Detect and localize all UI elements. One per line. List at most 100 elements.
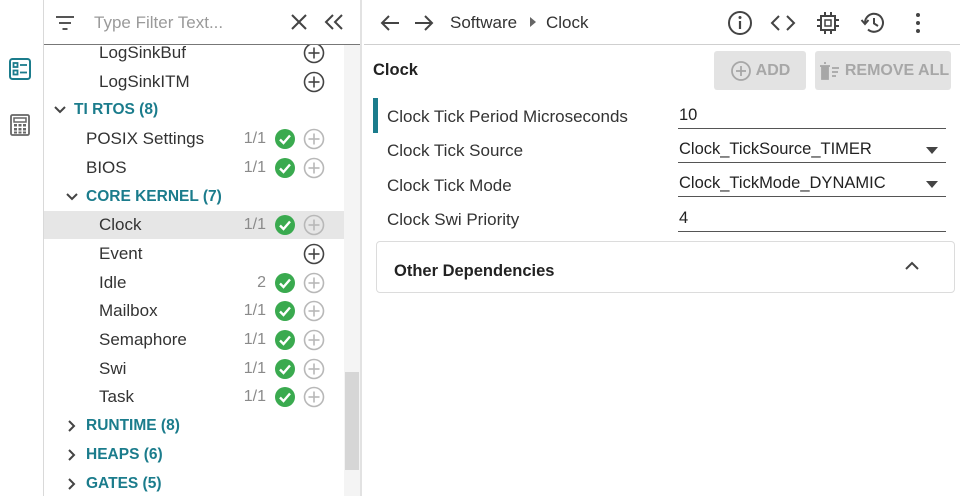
top-toolbar: Software Clock	[364, 0, 960, 45]
add-button-label: ADD	[755, 61, 791, 79]
tree-item[interactable]: Semaphore 1/1	[44, 326, 344, 354]
tree-item[interactable]: Mailbox 1/1	[44, 297, 344, 325]
add-instance-icon[interactable]	[303, 157, 325, 179]
instance-count: 1/1	[243, 331, 266, 348]
calculator-icon[interactable]	[6, 111, 34, 139]
chevron-up-icon[interactable]	[904, 259, 920, 271]
property-value: Clock_TickSource_TIMER	[679, 140, 872, 158]
instance-count: 1/1	[243, 359, 266, 377]
arrow-forward-icon[interactable]	[412, 11, 436, 35]
chevron-right-icon[interactable]	[64, 418, 80, 434]
instance-count: 1/1	[243, 388, 266, 406]
add-instance-icon[interactable]	[303, 386, 325, 408]
add-circle-icon	[730, 60, 751, 81]
collapse-panel-icon[interactable]	[322, 11, 346, 33]
add-instance-icon[interactable]	[303, 358, 325, 380]
code-icon[interactable]	[769, 9, 797, 37]
tree-item-label: Clock	[99, 215, 142, 235]
filter-bar	[44, 0, 360, 45]
tree-category[interactable]: RUNTIME (8)	[44, 412, 344, 440]
remove-all-button[interactable]: REMOVE ALL	[815, 51, 951, 90]
add-instance-icon[interactable]	[303, 300, 325, 322]
tree-item[interactable]: LogSinkBuf	[44, 45, 344, 67]
property-value: Clock_TickMode_DYNAMIC	[679, 174, 886, 192]
breadcrumb-separator-icon	[530, 17, 536, 27]
tree-category-label: CORE KERNEL (7)	[86, 187, 222, 205]
clock-tick-source-select[interactable]: Clock_TickSource_TIMER	[678, 137, 946, 163]
close-icon[interactable]	[288, 11, 310, 33]
clock-swi-priority-input[interactable]: 4	[678, 206, 946, 232]
tree-category[interactable]: HEAPS (6)	[44, 441, 344, 469]
chevron-right-icon[interactable]	[64, 476, 80, 492]
tree-item[interactable]: POSIX Settings 1/1	[44, 125, 344, 153]
tree-category-label: TI RTOS (8)	[74, 101, 159, 119]
instance-count: 1/1	[243, 158, 266, 176]
check-circle-icon	[275, 129, 295, 150]
add-instance-icon[interactable]	[303, 71, 325, 93]
other-dependencies-title: Other Dependencies	[394, 262, 555, 280]
module-title: Clock	[373, 61, 418, 79]
tree-item-label: Swi	[99, 358, 127, 378]
check-circle-icon	[275, 272, 295, 293]
tree-item[interactable]: Idle 2	[44, 269, 344, 297]
tree-item-label: BIOS	[86, 157, 127, 177]
delete-sweep-icon	[819, 61, 839, 80]
tree-item[interactable]: Task 1/1	[44, 383, 344, 411]
chevron-right-icon[interactable]	[64, 447, 80, 463]
module-panel: Software Clock Clock ADD REMOVE ALL Cloc…	[364, 0, 960, 496]
dropdown-arrow-icon	[926, 181, 938, 188]
chevron-down-icon[interactable]	[64, 189, 80, 205]
app-window: LogSinkBuf LogSinkITM TI RTOS (8) POSIX Set…	[0, 0, 960, 496]
arrow-back-icon[interactable]	[378, 11, 402, 35]
list-view-icon[interactable]	[6, 55, 34, 83]
tree-item-label: Event	[99, 243, 143, 263]
tree-category[interactable]: TI RTOS (8)	[44, 96, 344, 124]
scrollbar-thumb[interactable]	[345, 372, 359, 470]
tree-item-label: Task	[99, 387, 134, 407]
property-value: 10	[679, 106, 698, 124]
tree-category[interactable]: CORE KERNEL (7)	[44, 183, 344, 211]
check-circle-icon	[275, 215, 295, 236]
filter-icon	[56, 16, 74, 30]
chevron-down-icon[interactable]	[52, 102, 68, 118]
more-vert-icon[interactable]	[904, 9, 932, 37]
check-circle-icon	[275, 301, 295, 322]
property-label: Clock Tick Period Microseconds	[387, 107, 628, 126]
clock-tick-period-input[interactable]: 10	[678, 103, 946, 129]
add-button[interactable]: ADD	[714, 51, 806, 90]
tree-item[interactable]: Clock 1/1	[44, 211, 344, 240]
tree-item-label: Mailbox	[99, 301, 158, 321]
add-instance-icon[interactable]	[303, 214, 325, 236]
add-instance-icon[interactable]	[303, 128, 325, 150]
breadcrumb-software[interactable]: Software	[450, 13, 517, 33]
breadcrumb-clock: Clock	[546, 13, 589, 32]
tree-category-label: GATES (5)	[86, 474, 162, 492]
filter-input[interactable]	[94, 11, 279, 35]
property-label: Clock Tick Mode	[387, 176, 512, 195]
property-label: Clock Tick Source	[387, 141, 524, 160]
check-circle-icon	[275, 387, 295, 408]
add-instance-icon[interactable]	[303, 329, 325, 351]
history-icon[interactable]	[859, 9, 887, 37]
add-instance-icon[interactable]	[303, 243, 325, 265]
tree-item[interactable]: Swi 1/1	[44, 355, 344, 383]
add-instance-icon[interactable]	[303, 272, 325, 294]
dropdown-arrow-icon	[926, 147, 938, 154]
tree-category[interactable]: GATES (5)	[44, 470, 344, 496]
instance-count: 1/1	[243, 130, 266, 148]
tree-item-label: POSIX Settings	[86, 129, 205, 149]
property-label: Clock Swi Priority	[387, 210, 520, 229]
add-instance-icon[interactable]	[303, 45, 325, 64]
chip-icon[interactable]	[814, 9, 842, 37]
tree-item-label: Semaphore	[99, 330, 187, 349]
tree-item-label: LogSinkBuf	[99, 45, 186, 62]
tree-item[interactable]: Event	[44, 240, 344, 268]
tree-item[interactable]: LogSinkITM	[44, 68, 344, 96]
tree-category-label: RUNTIME (8)	[86, 417, 180, 435]
tree-item[interactable]: BIOS 1/1	[44, 154, 344, 182]
other-dependencies-section[interactable]: Other Dependencies	[376, 241, 955, 293]
tree-item-label: Idle	[99, 272, 127, 292]
clock-tick-mode-select[interactable]: Clock_TickMode_DYNAMIC	[678, 171, 946, 197]
tree-item-label: LogSinkITM	[99, 71, 190, 91]
info-icon[interactable]	[726, 9, 754, 37]
